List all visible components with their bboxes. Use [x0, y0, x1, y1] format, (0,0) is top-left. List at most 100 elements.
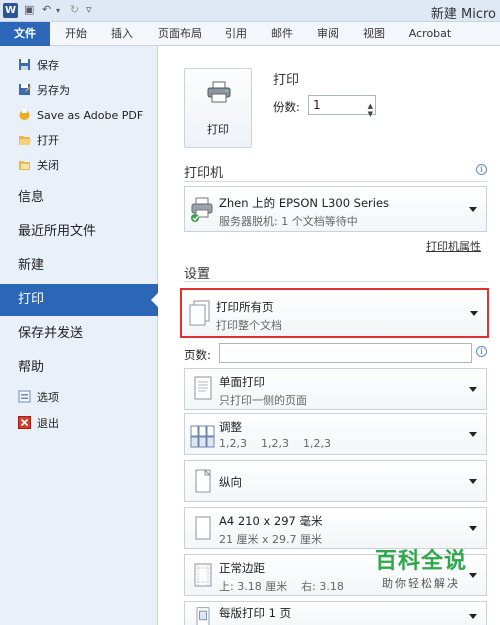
printer-name: Zhen 上的 EPSON L300 Series	[219, 196, 390, 210]
nav-save-as-pdf-label: Save as Adobe PDF	[37, 109, 144, 122]
margins-icon	[194, 563, 212, 587]
tab-view[interactable]: 视图	[354, 22, 394, 46]
nav-open-label: 打开	[37, 134, 59, 147]
print-range-sub: 打印整个文档	[216, 319, 282, 332]
pages-info-icon[interactable]: i	[476, 346, 487, 357]
nav-exit[interactable]: 退出	[0, 412, 158, 436]
nav-exit-label: 退出	[37, 417, 59, 430]
printer-info-icon[interactable]: i	[476, 164, 487, 175]
nav-print-label: 打印	[18, 292, 45, 307]
nav-save-and-send[interactable]: 保存并发送	[0, 318, 158, 350]
printer-device-icon	[191, 197, 213, 222]
open-folder-icon	[18, 131, 31, 145]
window-title: 新建 Micro	[430, 7, 496, 22]
margins-main: 正常边距	[219, 561, 265, 575]
printer-dropdown[interactable]: Zhen 上的 EPSON L300 Series 服务器脱机: 1 个文档等待…	[184, 186, 487, 232]
portrait-icon	[195, 468, 212, 493]
sides-sub: 只打印一侧的页面	[219, 394, 307, 407]
redo-icon[interactable]: ↻	[70, 3, 79, 16]
customize-quick-access-icon[interactable]: ▿	[86, 3, 92, 16]
print-button-label: 打印	[207, 123, 229, 136]
printer-icon	[207, 81, 231, 103]
one-sided-icon	[194, 376, 212, 400]
tab-mailings[interactable]: 邮件	[262, 22, 302, 46]
tab-page-layout[interactable]: 页面布局	[150, 22, 210, 46]
collate-main: 调整	[219, 420, 242, 434]
nav-open[interactable]: 打开	[0, 129, 158, 153]
pages-per-sheet-main: 每版打印 1 页	[219, 606, 292, 620]
copies-label: 份数:	[273, 100, 300, 114]
sides-dropdown[interactable]: 单面打印 只打印一侧的页面	[184, 368, 487, 410]
word-logo-icon[interactable]: W	[3, 3, 18, 18]
printer-section-title: 打印机	[184, 166, 224, 181]
copies-value: 1	[313, 98, 321, 112]
options-icon	[18, 388, 31, 403]
nav-save-as-label: 另存为	[37, 84, 70, 97]
all-pages-icon	[189, 300, 210, 326]
collate-dropdown[interactable]: 调整 1,2,3 1,2,3 1,2,3	[184, 413, 487, 455]
paper-size-icon	[195, 516, 211, 540]
nav-info[interactable]: 信息	[0, 182, 158, 214]
print-range-dropdown[interactable]: 打印所有页 打印整个文档	[180, 288, 489, 338]
save-as-icon	[18, 81, 31, 95]
exit-icon	[18, 414, 31, 429]
settings-section-title: 设置	[184, 267, 211, 282]
nav-save[interactable]: 保存	[0, 54, 158, 78]
tab-insert[interactable]: 插入	[100, 22, 144, 46]
copies-stepper[interactable]: 1 ▲ ▼	[308, 95, 376, 118]
chevron-down-icon	[469, 526, 477, 531]
collate-sub: 1,2,3 1,2,3 1,2,3	[219, 437, 331, 450]
print-range-main: 打印所有页	[216, 300, 274, 314]
nav-save-as-pdf[interactable]: Save as Adobe PDF	[0, 104, 158, 128]
nav-help[interactable]: 帮助	[0, 352, 158, 384]
chevron-down-icon	[469, 207, 477, 212]
nav-close-label: 关闭	[37, 159, 59, 172]
divider	[184, 281, 487, 282]
print-section-title: 打印	[273, 73, 300, 88]
tab-acrobat[interactable]: Acrobat	[402, 22, 458, 46]
save-quick-icon[interactable]: ▣	[24, 3, 34, 16]
tab-review[interactable]: 审阅	[308, 22, 348, 46]
pages-per-sheet-dropdown[interactable]: 每版打印 1 页	[184, 601, 487, 625]
chevron-down-icon	[469, 614, 477, 619]
ribbon-tabs: 文件 开始 插入 页面布局 引用 邮件 审阅 视图 Acrobat	[0, 22, 500, 46]
chevron-down-icon	[469, 387, 477, 392]
undo-dropdown-icon[interactable]: ▾	[56, 6, 60, 15]
sides-main: 单面打印	[219, 375, 265, 389]
pages-input[interactable]	[219, 343, 472, 363]
decrement-icon[interactable]: ▼	[368, 105, 373, 123]
orientation-main: 纵向	[219, 475, 242, 489]
print-panel: 打印 打印 份数: 1 ▲ ▼ 打印机 i Zhen 上的 EPSON L300…	[158, 46, 500, 625]
adobe-pdf-icon	[18, 106, 31, 120]
paper-size-main: A4 210 x 297 毫米	[219, 514, 323, 528]
orientation-dropdown[interactable]: 纵向	[184, 460, 487, 502]
pages-label: 页数:	[184, 348, 211, 362]
printer-properties-link[interactable]: 打印机属性	[426, 238, 481, 254]
nav-recent[interactable]: 最近所用文件	[0, 216, 158, 248]
undo-icon[interactable]: ↶	[42, 3, 51, 16]
printer-status: 服务器脱机: 1 个文档等待中	[219, 215, 358, 228]
chevron-down-icon	[470, 311, 478, 316]
watermark-title: 百科全说	[374, 549, 467, 574]
save-icon	[18, 56, 31, 70]
tab-file[interactable]: 文件	[0, 22, 50, 46]
print-button[interactable]: 打印	[184, 68, 252, 148]
nav-options[interactable]: 选项	[0, 386, 158, 410]
backstage-nav: 保存 另存为 Save as Adobe PDF 打开 关闭 信息 最近所用文件…	[0, 46, 159, 625]
tab-home[interactable]: 开始	[56, 22, 96, 46]
nav-save-label: 保存	[37, 59, 59, 72]
chevron-down-icon	[469, 432, 477, 437]
nav-print[interactable]: 打印	[0, 284, 159, 316]
pages-per-sheet-icon	[196, 607, 210, 625]
margins-sub: 上: 3.18 厘米 右: 3.18	[219, 580, 344, 593]
chevron-down-icon	[469, 479, 477, 484]
watermark-subtitle: 助你轻松解决	[382, 577, 460, 590]
close-folder-icon	[18, 156, 31, 170]
nav-save-as[interactable]: 另存为	[0, 79, 158, 103]
tab-references[interactable]: 引用	[216, 22, 256, 46]
title-bar: W ▣ ↶ ▾ ↻ ▿ 新建 Micro	[0, 0, 500, 22]
nav-options-label: 选项	[37, 391, 59, 404]
paper-size-sub: 21 厘米 x 29.7 厘米	[219, 533, 322, 546]
nav-new[interactable]: 新建	[0, 250, 158, 282]
nav-close[interactable]: 关闭	[0, 154, 158, 178]
